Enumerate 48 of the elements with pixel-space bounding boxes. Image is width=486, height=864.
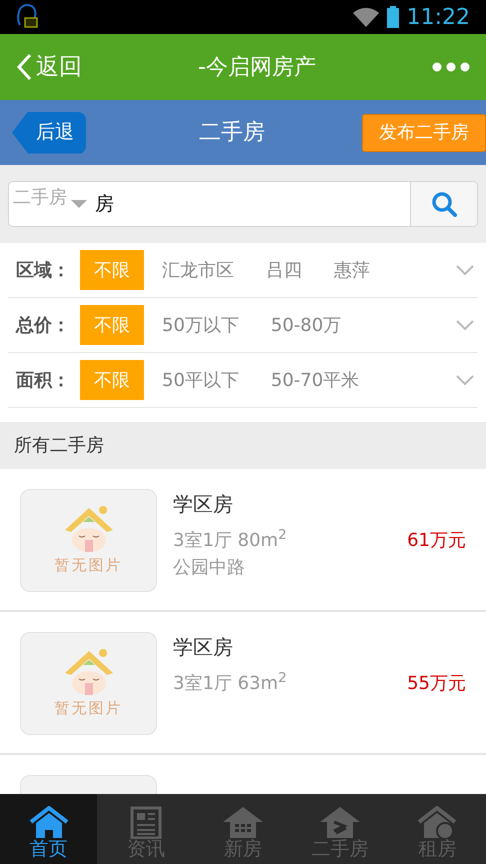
search-field[interactable]: 二手房 房 (8, 181, 478, 227)
filter-option[interactable]: 50万以下 (148, 305, 253, 345)
back-button[interactable]: 返回 (16, 50, 82, 84)
section-header: 所有二手房 (0, 422, 486, 469)
page-title: 二手房 (199, 119, 265, 147)
filter-option[interactable]: 50平以下 (148, 360, 253, 400)
search-button[interactable] (410, 182, 477, 226)
listing-address: 公园中路 (173, 556, 246, 580)
listing-specs: 3室1厅 63m$^{2}$ (173, 670, 287, 696)
listing-price: 61万元 (407, 529, 466, 553)
filter-option[interactable]: 汇龙市区 (148, 250, 248, 290)
listing-title[interactable]: 学区房 (173, 632, 466, 662)
filter-option[interactable]: 50-70平米 (256, 360, 374, 400)
filter-option[interactable]: 不限 (80, 250, 144, 290)
battery-icon (386, 6, 399, 28)
house-arrows-icon[interactable] (320, 806, 360, 840)
house-icon[interactable] (223, 806, 263, 840)
category-dropdown[interactable]: 二手房 (13, 184, 67, 211)
filter-option[interactable]: 惠萍 (320, 250, 384, 290)
clock: 11:22 (406, 4, 470, 32)
dropdown-caret-icon[interactable] (71, 199, 87, 209)
search-icon[interactable] (431, 191, 457, 217)
house-coin-icon[interactable] (417, 806, 458, 840)
filter-label: 区域： (15, 258, 71, 282)
filter-label: 面积： (15, 368, 71, 392)
listing-title[interactable]: 学区房 (173, 489, 466, 519)
listing-price: 55万元 (407, 672, 466, 696)
filter-option[interactable]: 不限 (80, 360, 144, 400)
placeholder-text: 暂无图片 (54, 698, 122, 720)
tab[interactable]: 首页 (0, 794, 98, 864)
back-button[interactable]: 后退 (12, 112, 86, 154)
app-title: -今启网房产 (198, 54, 316, 82)
placeholder-text: 暂无图片 (54, 555, 122, 576)
home-icon[interactable] (28, 806, 69, 840)
search-text: 房 (95, 192, 114, 217)
wifi-icon (352, 7, 379, 27)
expand-chevron-icon[interactable] (456, 374, 474, 386)
listing-specs: 3室1厅 80m$^{2}$ (173, 527, 287, 553)
publish-button[interactable]: 发布二手房 (362, 114, 486, 152)
chat-notification-icon (16, 3, 40, 31)
filter-option[interactable]: 不限 (80, 305, 144, 345)
chevron-left-icon[interactable] (16, 53, 32, 81)
filter-option[interactable]: 吕四 (252, 250, 316, 290)
expand-chevron-icon[interactable] (456, 320, 474, 330)
filter-option[interactable]: 50-80万 (256, 305, 356, 345)
filter-label: 总价： (14, 314, 71, 338)
more-icon[interactable] (432, 62, 470, 72)
expand-chevron-icon[interactable] (456, 264, 474, 276)
